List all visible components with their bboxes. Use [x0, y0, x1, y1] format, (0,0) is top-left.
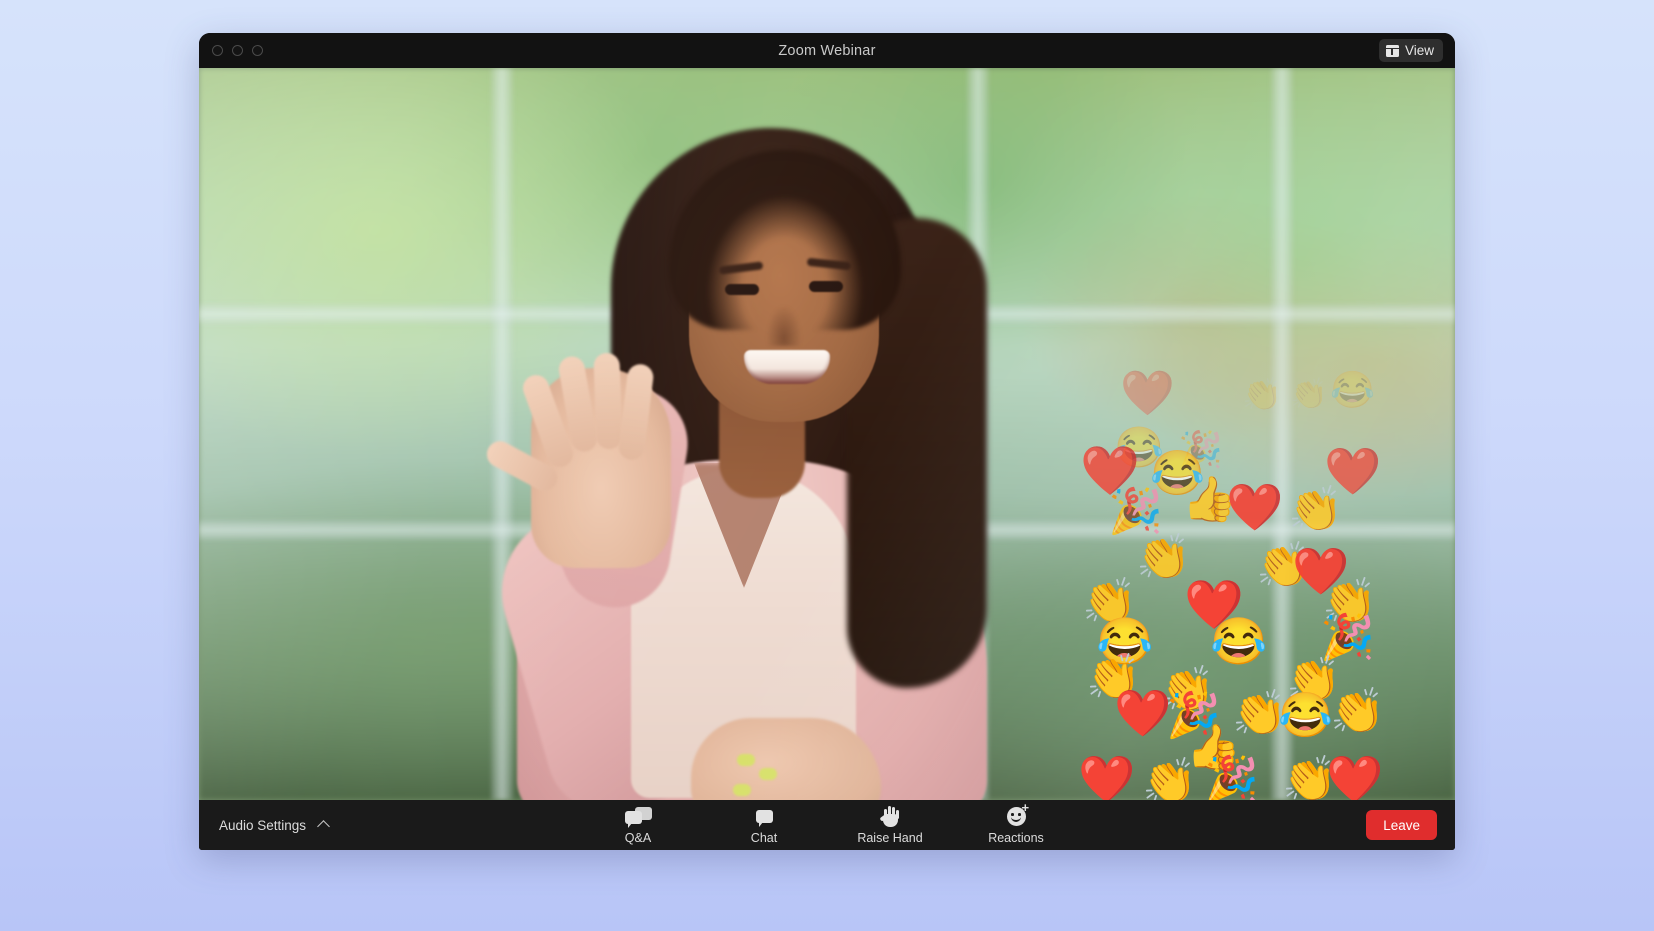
audio-settings-button[interactable]: Audio Settings — [219, 817, 330, 833]
leave-button[interactable]: Leave — [1366, 810, 1437, 840]
qa-button[interactable]: Q&A — [595, 806, 681, 845]
window-title: Zoom Webinar — [778, 42, 876, 59]
video-stage[interactable]: ❤️😂👏👏😂🎉❤️😂❤️🎉👍❤️👏👏👏❤️👏❤️👏😂😂🎉👏👏👏❤️🎉👏😂👏👍❤️… — [199, 68, 1455, 800]
raised-hand-icon — [878, 806, 900, 828]
qa-button-label: Q&A — [624, 830, 652, 845]
raise-hand-button[interactable]: Raise Hand — [847, 806, 933, 845]
grid-view-icon — [1385, 44, 1399, 57]
traffic-light-controls — [212, 33, 263, 68]
chevron-up-icon[interactable] — [317, 820, 330, 833]
close-window-button[interactable] — [212, 45, 223, 56]
minimize-window-button[interactable] — [232, 45, 243, 56]
reactions-button-label: Reactions — [988, 830, 1044, 845]
reactions-button[interactable]: + Reactions — [973, 801, 1059, 845]
chat-button-label: Chat — [750, 830, 778, 845]
window-titlebar: Zoom Webinar View — [199, 33, 1455, 68]
glass-reflection-overlay — [199, 68, 1455, 800]
toolbar-actions: Q&A Chat Raise Hand + Reactions — [595, 801, 1059, 845]
maximize-window-button[interactable] — [252, 45, 263, 56]
zoom-webinar-window: Zoom Webinar View ❤️ 😂 😂 🎉 ❤️ 😂 ❤️ 🎉 👍 ❤… — [199, 33, 1455, 850]
raise-hand-button-label: Raise Hand — [857, 830, 923, 845]
speech-bubble-icon — [755, 806, 773, 828]
audio-settings-label: Audio Settings — [219, 817, 307, 833]
two-speech-bubbles-icon — [625, 806, 652, 828]
view-button-label: View — [1404, 43, 1434, 58]
smiley-plus-icon: + — [1006, 801, 1029, 828]
chat-button[interactable]: Chat — [721, 806, 807, 845]
meeting-toolbar: Audio Settings Q&A Chat Raise Hand + Rea… — [199, 800, 1455, 850]
view-button[interactable]: View — [1378, 39, 1443, 62]
